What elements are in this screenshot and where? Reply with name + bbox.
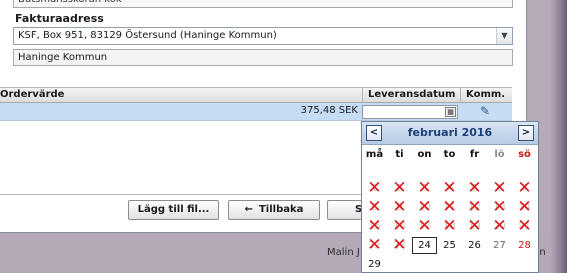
calendar-day-number: 11 [443,202,456,213]
weekday-header: ti [395,149,404,160]
calendar-day-number: 3 [421,183,428,194]
calendar-day-unavailable: 23 ✕ [387,237,412,254]
calendar-day[interactable]: 29 [362,256,387,273]
chevron-down-icon[interactable]: ▼ [496,28,512,44]
calendar-day[interactable]: 25 [437,237,462,254]
invoice-address-label: Fakturaadress [15,12,104,25]
calendar-day-unavailable: 8 ✕ [362,199,387,216]
calendar-day-unavailable: 22 ✕ [362,237,387,254]
calendar-day-number: 17 [418,221,431,232]
calendar-day-number: 5 [471,183,478,194]
next-button[interactable]: S [327,200,363,220]
calendar-day-number: 6 [496,183,503,194]
arrow-left-icon: ← [244,204,253,215]
calendar-day-unavailable: 3 ✕ [412,180,437,197]
calendar-day-number: 16 [393,221,406,232]
calendar-day-number: 12 [468,202,481,213]
calendar-day-number: 18 [443,221,456,232]
weekday-header: to [443,149,456,160]
calendar-day-unavailable: 15 ✕ [362,218,387,235]
status-user-name: Malin J [327,247,360,258]
calendar-day-unavailable: 2 ✕ [387,180,412,197]
calendar-day-unavailable: 11 ✕ [437,199,462,216]
calendar-day-unavailable: 12 ✕ [462,199,487,216]
weekday-header: må [365,149,384,160]
calendar-day-number: 22 [368,240,381,251]
date-picker-header: < februari 2016 > [362,122,538,145]
calendar-day-unavailable: 7 ✕ [512,180,537,197]
order-value-cell: 375,48 SEK [300,105,358,116]
calendar-day-unavailable: 1 ✕ [362,180,387,197]
calendar-day-unavailable: 6 ✕ [487,180,512,197]
comment-edit-icon[interactable]: ✎ [477,104,493,119]
calendar-day[interactable]: 27 [487,237,512,254]
next-month-button[interactable]: > [518,125,534,141]
calendar-icon[interactable]: ▦ [445,107,456,117]
previous-month-button[interactable]: < [366,125,382,141]
invoice-address-select[interactable]: KSF, Box 951, 83129 Östersund (Haninge K… [13,27,513,45]
calendar-day-unavailable: 18 ✕ [437,218,462,235]
date-picker-popup: < februari 2016 > må ti on to fr lö sö 1… [361,121,539,273]
calendar-day-number: 14 [518,202,531,213]
calendar-day-unavailable: 21 ✕ [512,218,537,235]
calendar-day-unavailable: 13 ✕ [487,199,512,216]
calendar-day-number: 9 [396,202,403,213]
calendar-day-number: 10 [418,202,431,213]
calendar-day-unavailable: 16 ✕ [387,218,412,235]
calendar-day-number: 13 [493,202,506,213]
calendar-day[interactable]: 28 [512,237,537,254]
calendar-day-unavailable: 5 ✕ [462,180,487,197]
add-file-button[interactable]: Lägg till fil... [128,200,219,220]
month-title: februari 2016 [407,126,493,139]
calendar-day-number: 2 [396,183,403,194]
window-border [550,0,567,273]
delivery-location-field[interactable]: Butsmanssköran kök [13,0,513,8]
calendar-day-unavailable: 14 ✕ [512,199,537,216]
calendar-day-number: 23 [393,240,406,251]
weekday-header: on [417,149,432,160]
column-header-comment[interactable]: Komm. [460,88,512,102]
invoice-address-value: KSF, Box 951, 83129 Östersund (Haninge K… [18,30,277,41]
calendar-day-unavailable: 9 ✕ [387,199,412,216]
calendar-day-unavailable: 19 ✕ [462,218,487,235]
calendar-day-number: 8 [371,202,378,213]
table-row[interactable]: 375,48 SEK ▦ ✎ [0,103,512,121]
calendar-day-unavailable: 4 ✕ [437,180,462,197]
calendar-day-number: 7 [521,183,528,194]
weekday-header: sö [518,149,531,160]
invoice-name-field: Haninge Kommun [13,49,513,66]
calendar-day[interactable]: 26 [462,237,487,254]
calendar-day-number: 19 [468,221,481,232]
calendar-day-number: 20 [493,221,506,232]
order-table-header: Ordervärde Leveransdatum Komm. [0,87,512,103]
calendar-day-number: 1 [371,183,378,194]
calendar-day-unavailable: 17 ✕ [412,218,437,235]
delivery-date-input[interactable]: ▦ [362,105,458,119]
calendar-day-unavailable: 10 ✕ [412,199,437,216]
calendar-day-number: 15 [368,221,381,232]
calendar-day-number: 21 [518,221,531,232]
calendar-day[interactable]: 24 [412,237,437,254]
column-header-order-value[interactable]: Ordervärde [0,88,64,102]
back-button[interactable]: ← Tillbaka [228,200,320,220]
calendar-day-number: 4 [446,183,453,194]
weekday-header: lö [494,149,505,160]
weekday-header: fr [469,149,480,160]
column-header-delivery-date[interactable]: Leveransdatum [362,88,459,102]
back-button-label: Tillbaka [258,204,304,215]
calendar-day-unavailable: 20 ✕ [487,218,512,235]
